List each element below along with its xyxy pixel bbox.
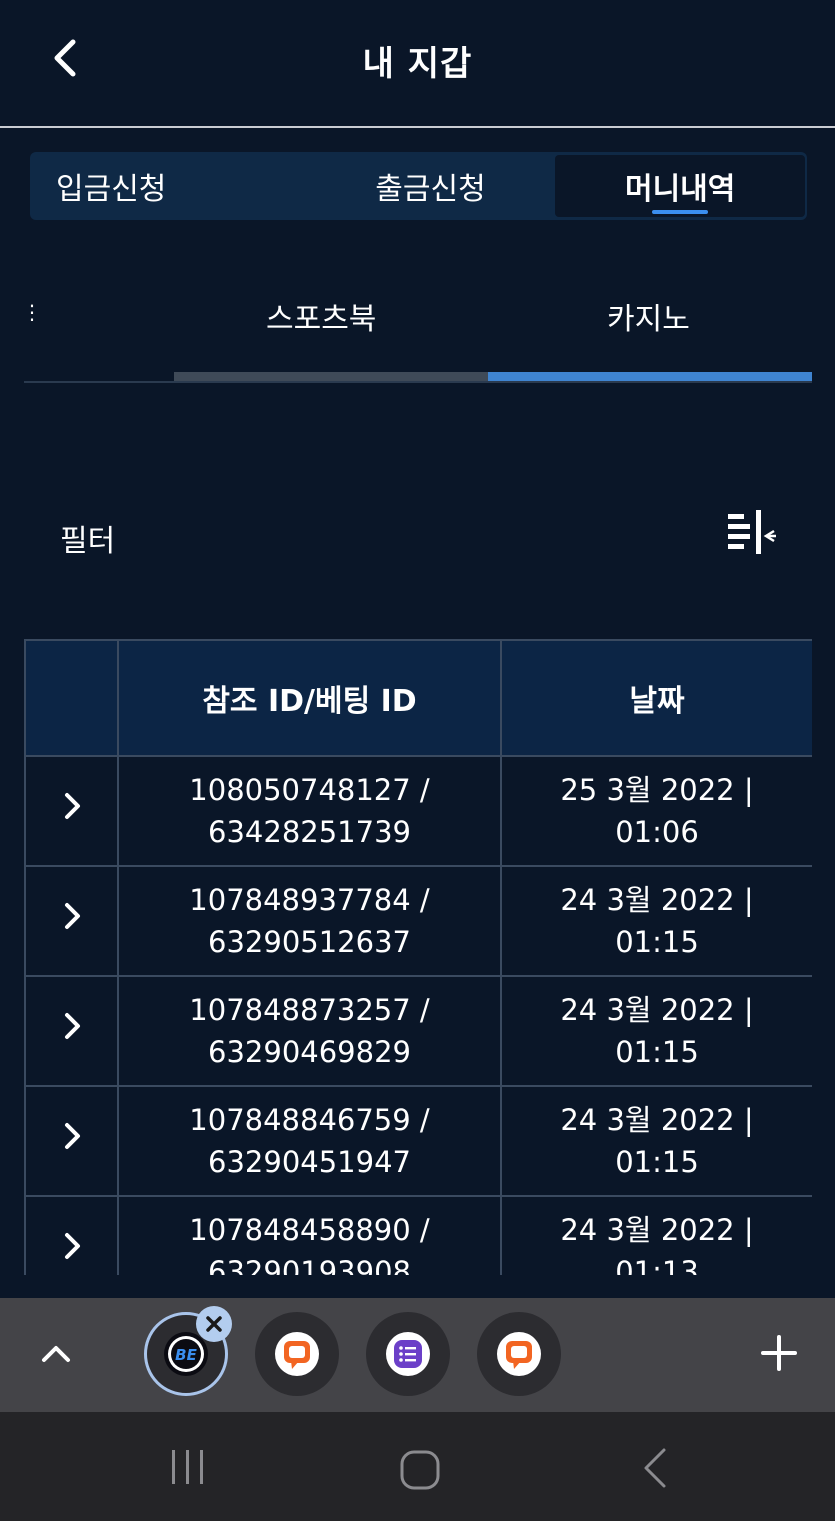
app-chat-button-2[interactable] [477,1312,561,1396]
date-cell: 24 3월 2022 | 01:15 [500,865,812,977]
active-category-indicator [488,372,812,381]
date-cell: 25 3월 2022 | 01:06 [500,755,812,867]
header-reference-id: 참조 ID/베팅 ID [117,639,502,757]
tab-withdraw-label: 출금신청 [375,172,486,207]
table-row[interactable]: 107848458890 / 63290193908 24 3월 2022 | 01… [24,1195,812,1275]
table-row[interactable]: 107848873257 / 63290469829 24 3월 2022 | 01… [24,975,812,1087]
table-row[interactable]: 107848937784 / 63290512637 24 3월 2022 | 01… [24,865,812,977]
chat-bubble-icon [497,1332,541,1376]
date-text: 25 3월 2022 | [560,773,754,807]
home-icon [400,1450,440,1490]
expand-cell[interactable] [24,865,119,977]
time-text: 01:15 [615,925,699,959]
header-date: 날짜 [500,639,812,757]
bet-id: 63290512637 [208,925,411,959]
floating-apps-bar: BE [0,1298,835,1412]
tab-withdraw[interactable]: 출금신청 [306,152,556,220]
app-chat-button[interactable] [255,1312,339,1396]
recent-apps-icon [172,1450,203,1484]
category-tabs: ⋮ 스포츠북 카지노 [22,270,812,384]
date-text: 24 3월 2022 | [560,993,754,1027]
expand-cell[interactable] [24,755,119,867]
bet-id: 63290451947 [208,1145,411,1179]
be-logo-text: BE [175,1346,197,1364]
expand-cell[interactable] [24,1195,119,1275]
reference-cell: 107848873257 / 63290469829 [117,975,502,1087]
table-header-row: 참조 ID/베팅 ID 날짜 [24,639,812,757]
filter-label[interactable]: 필터 [60,516,115,560]
system-back-button[interactable] [640,1446,670,1490]
chevron-right-icon [64,1123,80,1149]
chevron-right-icon [64,1233,80,1259]
time-text: 01:15 [615,1035,699,1069]
close-icon [206,1316,222,1332]
tab-money-history[interactable]: 머니내역 [555,155,806,217]
list-icon [386,1332,430,1376]
close-app-button[interactable] [196,1306,232,1342]
reference-cell: 108050748127 / 63428251739 [117,755,502,867]
expand-cell[interactable] [24,975,119,1087]
add-app-button[interactable] [760,1334,798,1372]
app-header: 내 지갑 [0,0,835,128]
time-text: 01:06 [615,815,699,849]
date-cell: 24 3월 2022 | 01:15 [500,975,812,1087]
app-list-button[interactable] [366,1312,450,1396]
bet-id: 63428251739 [208,815,411,849]
expand-cell[interactable] [24,1085,119,1197]
wallet-tabs: 입금신청 출금신청 머니내역 [30,152,807,220]
header-expand [24,639,119,757]
chevron-right-icon [64,793,80,819]
recent-apps-button[interactable] [168,1448,208,1486]
tab-deposit-label: 입금신청 [56,172,167,207]
reference-cell: 107848846759 / 63290451947 [117,1085,502,1197]
filter-toggle-icon[interactable] [726,510,778,558]
date-cell: 24 3월 2022 | 01:15 [500,1085,812,1197]
reference-id: 107848937784 / [189,883,430,917]
tab-sportsbook[interactable]: 스포츠북 [266,294,376,338]
bet-id: 63290193908 [208,1255,411,1275]
chevron-up-icon [42,1346,70,1362]
page-title: 내 지갑 [362,44,473,84]
tab-money-history-label: 머니내역 [624,172,736,207]
table-row[interactable]: 107848846759 / 63290451947 24 3월 2022 | 01… [24,1085,812,1197]
active-tab-indicator [652,210,709,214]
reference-id: 107848846759 / [189,1103,430,1137]
tab-deposit[interactable]: 입금신청 [30,152,306,220]
chevron-right-icon [64,903,80,929]
reference-id: 107848873257 / [189,993,430,1027]
history-table: 참조 ID/베팅 ID 날짜 108050748127 / 63428251739… [24,639,812,1275]
home-button[interactable] [398,1448,442,1492]
date-text: 24 3월 2022 | [560,1213,754,1247]
chat-bubble-icon [275,1332,319,1376]
tab-track [24,381,812,383]
more-tabs-icon[interactable]: ⋮ [22,300,42,324]
back-icon [644,1448,666,1488]
date-cell: 24 3월 2022 | 01:13 [500,1195,812,1275]
date-text: 24 3월 2022 | [560,1103,754,1137]
date-text: 24 3월 2022 | [560,883,754,917]
tab-scroll-segment [174,372,488,381]
table-row[interactable]: 108050748127 / 63428251739 25 3월 2022 | 01… [24,755,812,867]
chevron-right-icon [64,1013,80,1039]
reference-id: 107848458890 / [189,1213,430,1247]
time-text: 01:15 [615,1145,699,1179]
bet-id: 63290469829 [208,1035,411,1069]
time-text: 01:13 [615,1255,699,1275]
tab-casino[interactable]: 카지노 [607,294,690,338]
reference-id: 108050748127 / [189,773,430,807]
reference-cell: 107848458890 / 63290193908 [117,1195,502,1275]
system-nav-bar [0,1412,835,1521]
expand-tray-button[interactable] [38,1336,74,1372]
reference-cell: 107848937784 / 63290512637 [117,865,502,977]
plus-icon [761,1335,797,1371]
